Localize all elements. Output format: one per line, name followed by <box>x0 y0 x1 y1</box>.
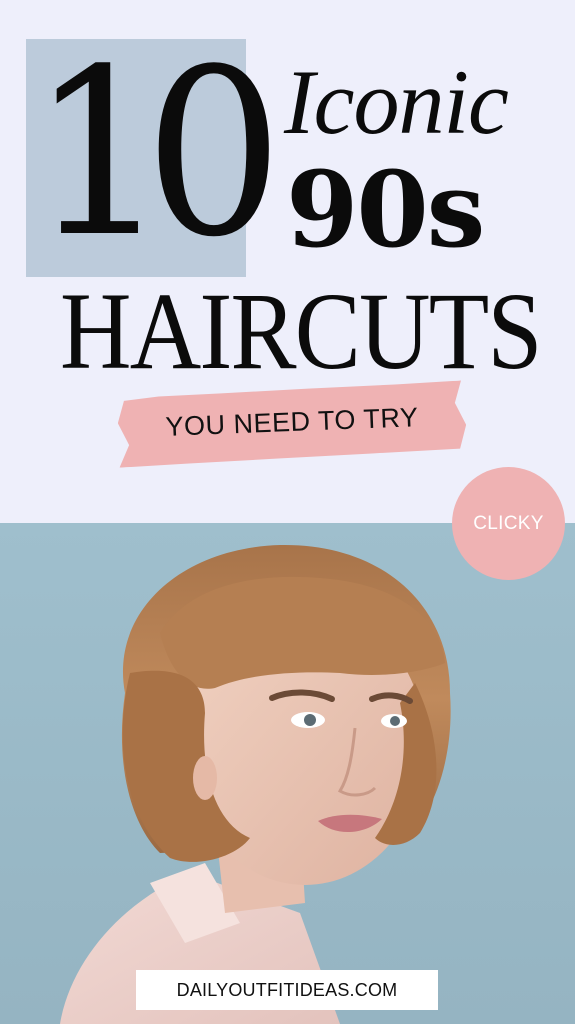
headline-number: 10 <box>30 21 283 288</box>
ear-shape <box>193 756 217 800</box>
portrait-photo <box>0 523 575 1024</box>
headline-haircuts: HAIRCUTS <box>60 270 542 392</box>
headline-90s: 90s <box>286 148 485 271</box>
website-label: DAILYOUTFITIDEAS.COM <box>136 970 438 1010</box>
headline-iconic: Iconic <box>284 51 509 153</box>
portrait-illustration <box>60 544 451 1024</box>
clicky-badge[interactable]: CLICKY <box>452 467 565 580</box>
